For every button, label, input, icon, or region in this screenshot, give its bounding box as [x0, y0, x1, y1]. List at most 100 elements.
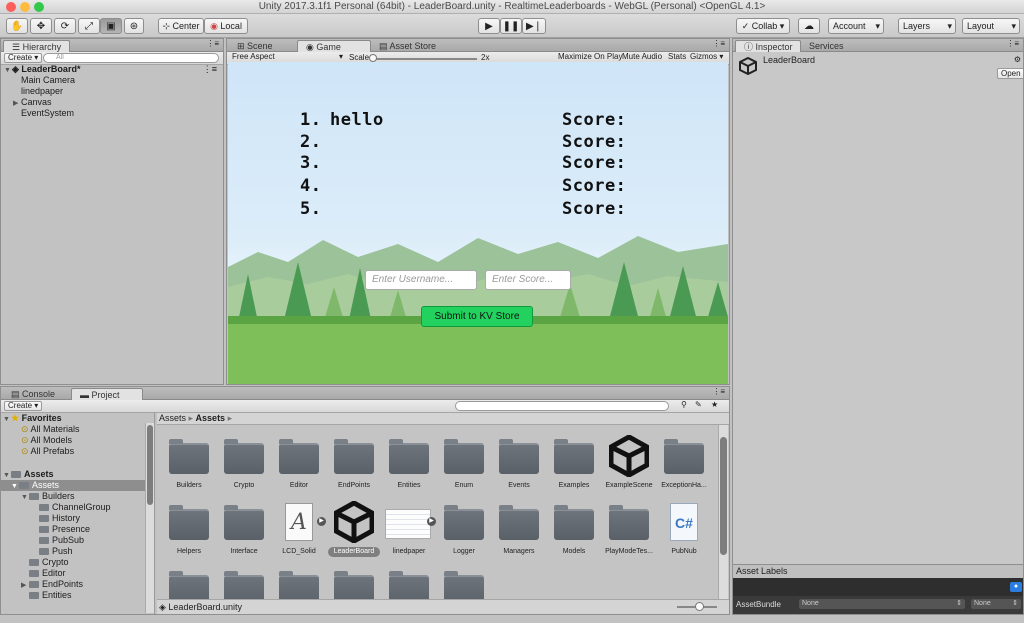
cloud-button[interactable]: ☁	[798, 18, 820, 34]
grid-scrollbar-thumb[interactable]	[720, 437, 727, 555]
breadcrumb-item[interactable]: Assets	[196, 413, 226, 423]
layers-dropdown[interactable]: Layers ▾	[898, 18, 956, 34]
tree-folder[interactable]: History	[1, 513, 154, 524]
asset-folder[interactable]: Events	[491, 429, 547, 495]
asset-folder[interactable]: PlayModeTes...	[601, 495, 657, 561]
zoom-window-icon[interactable]	[34, 2, 44, 12]
settings-gear-icon[interactable]: ⚙	[1014, 55, 1021, 64]
tab-scene[interactable]: ⊞ Scene	[229, 40, 281, 52]
asset-font[interactable]: A ▶ LCD_Solid	[271, 495, 327, 561]
tree-folder[interactable]: Editor	[1, 568, 154, 579]
hierarchy-item[interactable]: Main Camera	[1, 75, 223, 86]
tree-scrollbar-thumb[interactable]	[147, 425, 153, 505]
scale-slider-thumb[interactable]	[369, 54, 377, 62]
expand-arrow-icon[interactable]: ▶	[427, 517, 436, 526]
panel-menu-icon[interactable]: ⋮≡	[1006, 39, 1019, 48]
pivot-local-button[interactable]: ◉ Local	[204, 18, 248, 34]
asset-script[interactable]: C# PubNub	[656, 495, 712, 561]
tab-inspector[interactable]: ⓘ Inspector	[735, 40, 801, 52]
asset-folder[interactable]: Crypto	[216, 429, 272, 495]
tree-folder[interactable]: ▶ EndPoints	[1, 579, 154, 590]
tree-folder[interactable]: Entities	[1, 590, 154, 601]
asset-folder[interactable]: Builders	[161, 429, 217, 495]
panel-menu-icon[interactable]: ⋮≡	[206, 39, 219, 48]
favorites-item[interactable]: ⊙ All Materials	[1, 424, 154, 435]
minimize-window-icon[interactable]	[20, 2, 30, 12]
move-tool-button[interactable]: ✥	[30, 18, 52, 34]
game-view[interactable]: 1. hello Score: 2. Score: 3. Score: 4. S…	[228, 62, 728, 384]
project-search-input[interactable]	[455, 401, 669, 411]
scene-row[interactable]: ▼◈ LeaderBoard* ⋮≡	[1, 64, 223, 75]
asset-folder[interactable]: Editor	[271, 429, 327, 495]
favorites-item[interactable]: ⊙ All Models	[1, 435, 154, 446]
close-window-icon[interactable]	[6, 2, 16, 12]
asset-folder[interactable]: Enum	[436, 429, 492, 495]
asset-folder[interactable]: EndPoints	[326, 429, 382, 495]
tree-folder[interactable]: ▼ Builders	[1, 491, 154, 502]
asset-folder[interactable]: Entities	[381, 429, 437, 495]
hierarchy-search-input[interactable]: All	[43, 53, 219, 63]
pause-button[interactable]: ❚❚	[500, 18, 522, 34]
submit-to-kv-store-button[interactable]: Submit to KV Store	[421, 306, 533, 327]
variant-dropdown[interactable]: None ⇕	[971, 599, 1021, 609]
tab-console[interactable]: ▤ Console	[3, 388, 63, 400]
collab-dropdown[interactable]: ✓ Collab ▾	[736, 18, 790, 34]
scale-tool-button[interactable]: ⤢	[78, 18, 100, 34]
favorite-star-icon[interactable]: ★	[711, 400, 718, 409]
tag-icon[interactable]: ●	[1010, 582, 1022, 592]
assetbundle-dropdown[interactable]: None ⇕	[799, 599, 965, 609]
rect-tool-button[interactable]: ▣	[100, 18, 122, 34]
hand-tool-button[interactable]: ✋	[6, 18, 28, 34]
asset-folder[interactable]: ExceptionHa...	[656, 429, 712, 495]
scale-slider-track[interactable]	[373, 58, 477, 60]
hierarchy-item[interactable]: ▶ Canvas	[1, 97, 223, 108]
grid-scrollbar[interactable]	[718, 425, 728, 602]
scene-menu-icon[interactable]: ⋮≡	[203, 64, 217, 75]
asset-folder[interactable]	[436, 561, 492, 602]
tree-scrollbar[interactable]	[145, 423, 154, 613]
panel-menu-icon[interactable]: ⋮≡	[712, 39, 725, 48]
tree-folder[interactable]: ChannelGroup	[1, 502, 154, 513]
favorites-header[interactable]: ▼★ Favorites	[1, 413, 154, 424]
open-button[interactable]: Open	[997, 68, 1023, 79]
asset-folder[interactable]: Managers	[491, 495, 547, 561]
tab-game[interactable]: ◉ Game	[297, 40, 371, 52]
asset-scene[interactable]: ExampleScene	[601, 429, 657, 495]
pivot-center-button[interactable]: ⊹ Center	[158, 18, 204, 34]
favorites-item[interactable]: ⊙ All Prefabs	[1, 446, 154, 457]
tree-folder[interactable]: PubSub	[1, 535, 154, 546]
rotate-tool-button[interactable]: ⟳	[54, 18, 76, 34]
tab-project[interactable]: ▬ Project	[71, 388, 143, 400]
filter-type-icon[interactable]: ⚲	[681, 400, 687, 409]
layout-dropdown[interactable]: Layout ▾	[962, 18, 1020, 34]
create-button[interactable]: Create ▾	[4, 401, 43, 411]
username-input[interactable]: Enter Username...	[365, 270, 477, 290]
tab-services[interactable]: Services	[801, 40, 852, 52]
step-button[interactable]: ▶❘	[522, 18, 546, 34]
asset-scene-selected[interactable]: LeaderBoard	[326, 495, 382, 561]
expand-arrow-icon[interactable]: ▶	[317, 517, 326, 526]
filter-label-icon[interactable]: ✎	[695, 400, 702, 409]
account-dropdown[interactable]: Account ▾	[828, 18, 884, 34]
asset-texture[interactable]: ▶ linedpaper	[381, 495, 437, 561]
tree-folder[interactable]: Push	[1, 546, 154, 557]
asset-folder[interactable]	[216, 561, 272, 602]
play-button[interactable]: ▶	[478, 18, 500, 34]
panel-menu-icon[interactable]: ⋮≡	[712, 387, 725, 396]
tree-folder[interactable]: Crypto	[1, 557, 154, 568]
asset-folder[interactable]	[326, 561, 382, 602]
asset-folder[interactable]: Logger	[436, 495, 492, 561]
asset-folder[interactable]	[381, 561, 437, 602]
create-button[interactable]: Create ▾	[4, 53, 43, 63]
tree-folder[interactable]: Presence	[1, 524, 154, 535]
asset-folder[interactable]: Models	[546, 495, 602, 561]
assets-subfolder[interactable]: ▼ Assets	[1, 480, 154, 491]
asset-folder[interactable]: Interface	[216, 495, 272, 561]
score-input[interactable]: Enter Score...	[485, 270, 571, 290]
hierarchy-item[interactable]: EventSystem	[1, 108, 223, 119]
hierarchy-item[interactable]: linedpaper	[1, 86, 223, 97]
tab-hierarchy[interactable]: ☰ Hierarchy	[3, 40, 71, 52]
tab-asset-store[interactable]: ▤ Asset Store	[371, 40, 444, 52]
transform-tool-button[interactable]: ⊛	[124, 18, 144, 34]
asset-folder[interactable]	[271, 561, 327, 602]
